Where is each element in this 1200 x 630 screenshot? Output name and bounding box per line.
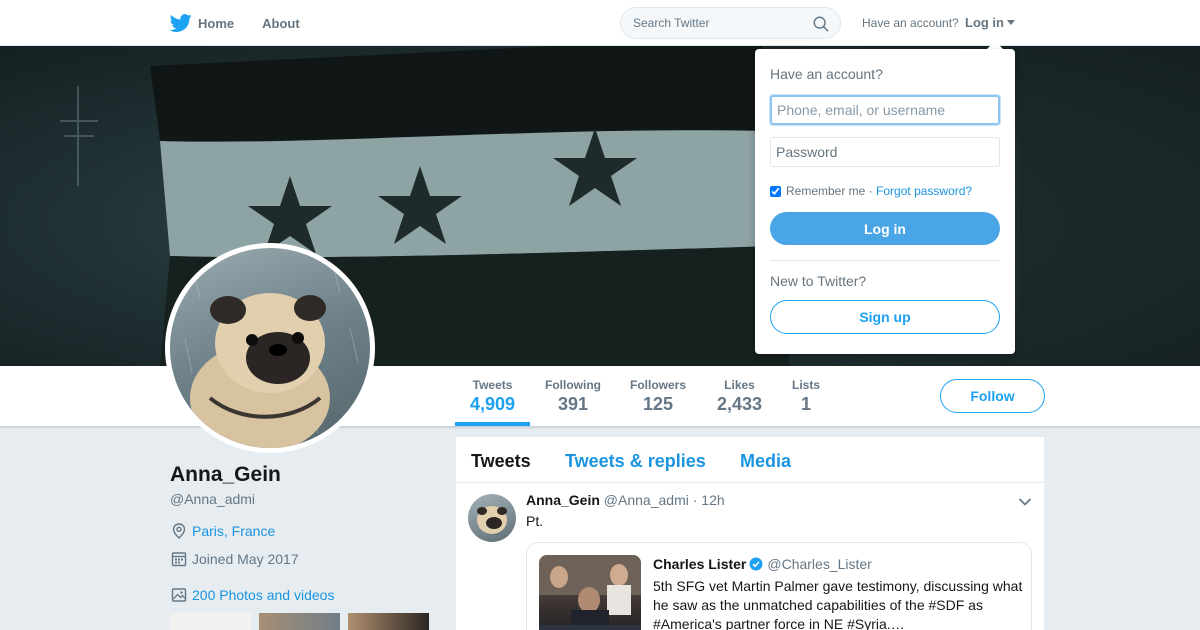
avatar-image	[170, 248, 370, 448]
login-dropdown-toggle[interactable]: Log in	[965, 15, 1015, 30]
username-field[interactable]	[770, 95, 1000, 125]
tweet-header: Anna_Gein @Anna_admi · 12h	[526, 492, 725, 508]
photo-thumbnail[interactable]	[170, 613, 251, 630]
remember-me-row: Remember me · Forgot password?	[770, 184, 972, 198]
login-dropdown: Have an account? Remember me · Forgot pa…	[755, 49, 1015, 354]
photo-thumbnail[interactable]	[348, 613, 429, 630]
profile-handle: @Anna_admi	[170, 491, 256, 507]
login-label: Log in	[965, 15, 1004, 30]
have-account-text: Have an account?	[862, 16, 959, 30]
photo-icon	[171, 588, 187, 602]
search-input[interactable]	[633, 16, 803, 30]
chevron-down-icon[interactable]	[1018, 497, 1032, 507]
separator-dot: ·	[868, 184, 873, 198]
home-link[interactable]: Home	[170, 12, 234, 34]
login-button[interactable]: Log in	[770, 212, 1000, 245]
profile-joined: Joined May 2017	[170, 550, 299, 568]
stat-likes[interactable]: Likes 2,433	[717, 378, 762, 415]
stat-label: Tweets	[472, 378, 513, 392]
tweet-time[interactable]: · 12h	[693, 492, 725, 508]
profile-avatar[interactable]	[165, 243, 375, 453]
caret-down-icon	[1007, 20, 1015, 25]
stat-label: Followers	[630, 378, 687, 392]
profile-location: Paris, France	[170, 522, 275, 540]
stat-label: Lists	[792, 378, 821, 392]
profile-name[interactable]: Anna_Gein	[170, 463, 281, 487]
tweet-avatar[interactable]	[468, 494, 516, 542]
stat-value: 4,909	[470, 394, 516, 414]
tweet-author-handle[interactable]: @Anna_admi	[604, 492, 689, 508]
remember-me-label[interactable]: Remember me	[786, 184, 865, 198]
quoted-tweet-image	[539, 555, 641, 630]
stat-lists[interactable]: Lists 1	[792, 378, 820, 415]
about-link[interactable]: About	[262, 16, 300, 31]
quoted-author-name[interactable]: Charles Lister	[653, 556, 746, 572]
active-stat-underline	[455, 422, 530, 426]
location-icon	[172, 523, 186, 539]
search-box[interactable]	[620, 7, 841, 39]
password-field[interactable]	[770, 137, 1000, 167]
tab-tweets[interactable]: Tweets	[471, 451, 531, 472]
pug-image	[184, 252, 359, 448]
stat-value: 391	[557, 394, 589, 414]
photo-thumbnails	[170, 613, 429, 630]
stat-value: 1	[801, 394, 812, 414]
hearing-photo	[539, 555, 641, 630]
timeline-tabs: Tweets Tweets & replies Media	[456, 437, 1044, 483]
stat-value: 2,433	[717, 394, 763, 414]
home-label: Home	[198, 15, 235, 31]
dropdown-title: Have an account?	[770, 66, 883, 82]
stat-tweets[interactable]: Tweets 4,909	[470, 378, 515, 415]
signup-button[interactable]: Sign up	[770, 300, 1000, 334]
pug-image	[477, 506, 507, 534]
photo-thumbnail[interactable]	[259, 613, 340, 630]
stat-label: Following	[545, 378, 601, 392]
forgot-password-link[interactable]: Forgot password?	[876, 184, 972, 198]
stat-following[interactable]: Following 391	[545, 378, 601, 415]
stat-value: 125	[642, 394, 674, 414]
verified-icon	[749, 557, 763, 571]
calendar-icon	[171, 552, 187, 567]
nav-left: Home About	[170, 0, 328, 46]
photos-link[interactable]: 200 Photos and videos	[192, 587, 334, 603]
quoted-tweet[interactable]: Charles Lister @Charles_Lister 5th SFG v…	[526, 542, 1032, 630]
quoted-tweet-text: 5th SFG vet Martin Palmer gave testimony…	[653, 578, 1023, 630]
joined-text: Joined May 2017	[192, 551, 299, 567]
tab-tweets-replies[interactable]: Tweets & replies	[565, 451, 706, 472]
tweet-author-name[interactable]: Anna_Gein	[526, 492, 600, 508]
search-icon[interactable]	[812, 15, 830, 33]
tweet-text: Pt.	[526, 513, 544, 529]
tab-media[interactable]: Media	[740, 451, 791, 472]
twitter-bird-icon	[170, 14, 192, 32]
new-to-twitter-text: New to Twitter?	[770, 273, 867, 289]
profile-photos: 200 Photos and videos	[170, 586, 334, 604]
follow-button[interactable]: Follow	[940, 379, 1045, 413]
timeline: Tweets Tweets & replies Media Anna_Gein …	[456, 437, 1044, 630]
top-navigation-bar: Home About Have an account? Log in	[0, 0, 1200, 46]
quoted-author-handle[interactable]: @Charles_Lister	[767, 556, 871, 572]
stat-followers[interactable]: Followers 125	[630, 378, 686, 415]
remember-me-checkbox[interactable]	[770, 185, 781, 197]
location-link[interactable]: Paris, France	[192, 523, 275, 539]
dropdown-divider	[770, 260, 1000, 261]
quoted-tweet-header: Charles Lister @Charles_Lister	[653, 556, 872, 572]
stat-label: Likes	[724, 378, 755, 392]
